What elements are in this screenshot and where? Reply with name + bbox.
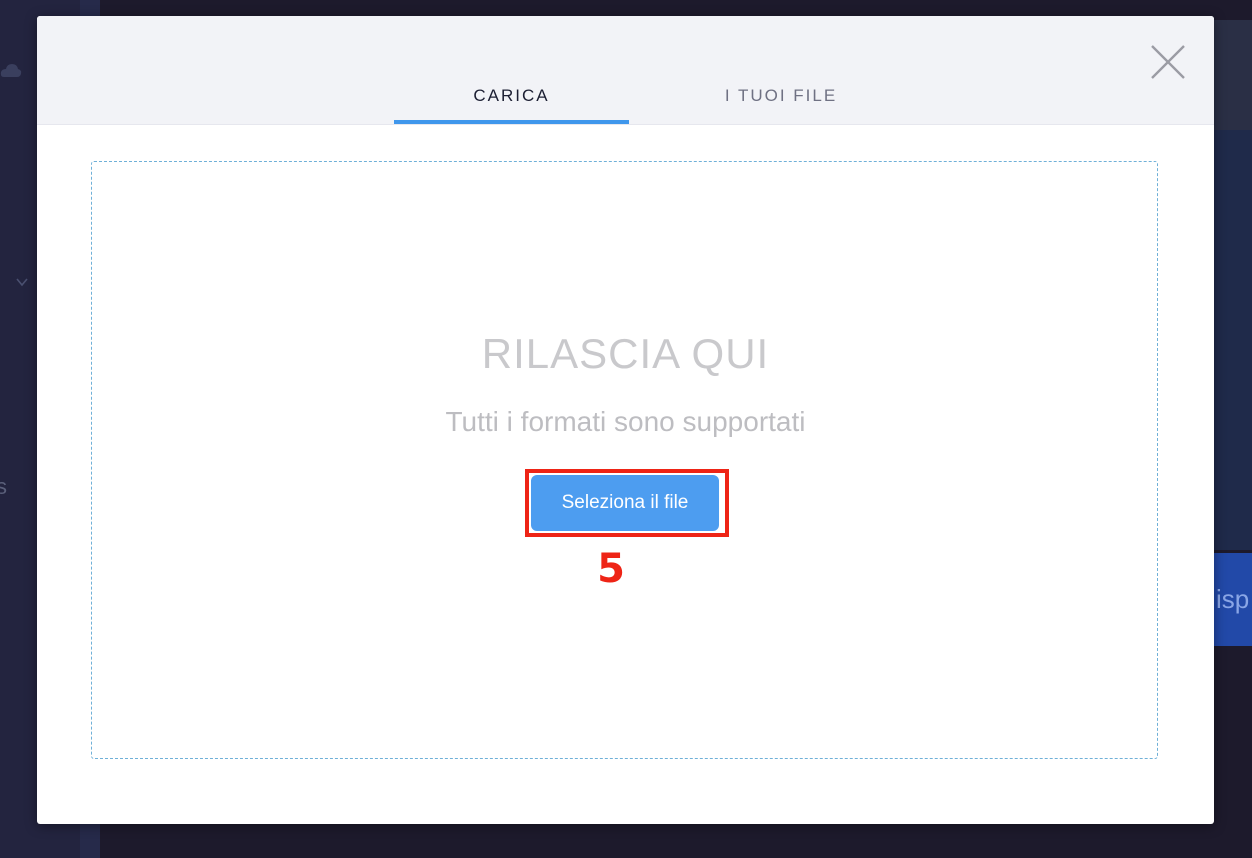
tab-your-files[interactable]: I TUOI FILE bbox=[699, 72, 863, 124]
annotation-step-number: 5 bbox=[597, 546, 625, 592]
tab-your-files-label: I TUOI FILE bbox=[724, 86, 838, 105]
close-button[interactable] bbox=[1149, 43, 1187, 81]
cloud-icon bbox=[0, 64, 22, 77]
drop-zone[interactable] bbox=[91, 161, 1158, 759]
drop-zone-title: RILASCIA QUI bbox=[481, 330, 770, 377]
background-image-thumbnail bbox=[1214, 20, 1252, 130]
close-icon bbox=[1151, 45, 1185, 79]
select-file-button[interactable]: Seleziona il file bbox=[531, 475, 719, 531]
chevron-down-icon bbox=[16, 278, 28, 287]
tab-upload-label: CARICA bbox=[473, 86, 550, 105]
background-right-panel bbox=[1214, 130, 1252, 550]
modal-header: CARICA I TUOI FILE bbox=[37, 16, 1214, 125]
tab-upload[interactable]: CARICA bbox=[394, 72, 629, 124]
background-button-label: isp bbox=[1216, 584, 1250, 614]
upload-modal: CARICA I TUOI FILE RILASCIA QUI Tutti i … bbox=[37, 16, 1214, 824]
background-button: isp bbox=[1214, 553, 1252, 646]
active-tab-indicator bbox=[394, 120, 629, 124]
background-sidebar-text: s bbox=[0, 474, 7, 499]
drop-zone-subtitle: Tutti i formati sono supportati bbox=[445, 406, 806, 437]
